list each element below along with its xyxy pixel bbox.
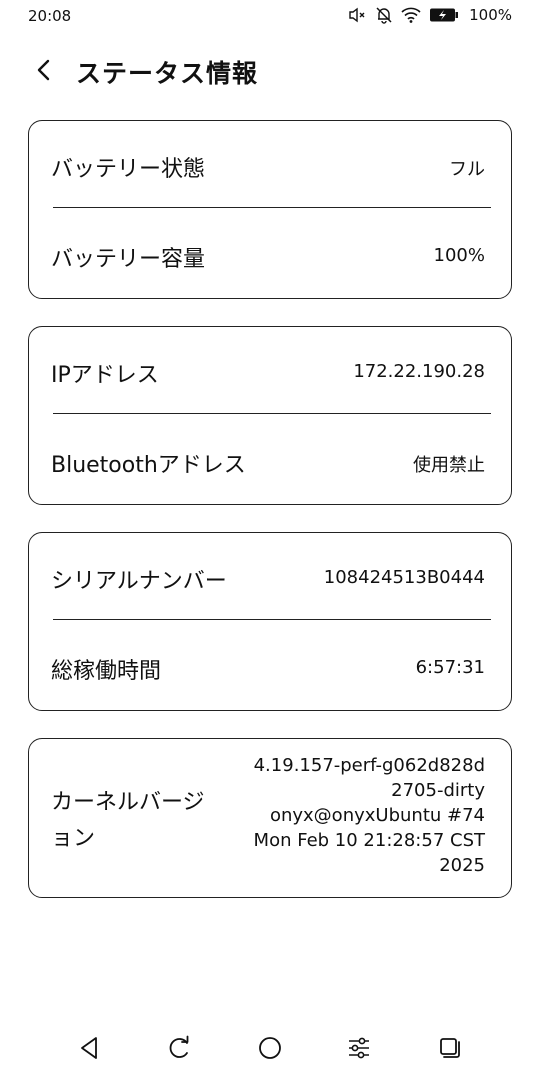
network-card: IPアドレス 172.22.190.28 Bluetoothアドレス 使用禁止 (28, 326, 512, 505)
battery-capacity-label: バッテリー容量 (51, 247, 206, 272)
uptime-label: 総稼働時間 (51, 659, 162, 684)
kernel-value-line: Mon Feb 10 21:28:57 CST (253, 830, 485, 851)
status-time: 20:08 (28, 7, 72, 25)
battery-card: バッテリー状態 フル バッテリー容量 100% (28, 120, 512, 299)
home-circle-icon (259, 1037, 281, 1059)
refresh-icon (169, 1035, 189, 1058)
page-title: ステータス情報 (76, 59, 259, 88)
chevron-left-icon (37, 59, 50, 81)
mute-icon (349, 7, 367, 23)
battery-capacity-row: バッテリー容量 100% (29, 208, 511, 298)
serial-number-row: シリアルナンバー 108424513B0444 (29, 533, 511, 619)
recent-apps-icon (440, 1038, 460, 1058)
kernel-value-line: 4.19.157-perf-g062d828d (253, 755, 485, 776)
serial-number-value: 108424513B0444 (323, 567, 485, 588)
battery-status-label: バッテリー状態 (51, 157, 206, 182)
sliders-icon (349, 1037, 369, 1059)
nav-back-button[interactable] (76, 1034, 104, 1062)
nav-recent-apps-button[interactable] (436, 1034, 464, 1062)
bluetooth-address-row: Bluetoothアドレス 使用禁止 (29, 414, 511, 504)
back-button[interactable] (30, 56, 58, 84)
kernel-value-line: onyx@onyxUbuntu #74 (269, 805, 485, 826)
battery-capacity-value: 100% (433, 245, 485, 266)
nav-refresh-button[interactable] (165, 1034, 193, 1062)
status-icons: 100% (349, 6, 512, 24)
wifi-icon (401, 7, 421, 23)
uptime-row: 総稼働時間 6:57:31 (29, 620, 511, 710)
ip-address-row: IPアドレス 172.22.190.28 (29, 327, 511, 413)
navigation-bar (0, 1024, 540, 1072)
ip-address-value: 172.22.190.28 (353, 361, 485, 382)
kernel-value-line: 2025 (439, 855, 485, 876)
nav-settings-button[interactable] (345, 1034, 373, 1062)
page-header: ステータス情報 (0, 48, 540, 96)
ip-address-label: IPアドレス (51, 363, 159, 388)
battery-status-row: バッテリー状態 フル (29, 121, 511, 207)
kernel-version-label: カーネルバージ ョン (51, 785, 236, 857)
battery-percentage: 100% (469, 6, 512, 24)
notifications-off-icon (375, 6, 393, 24)
nav-home-button[interactable] (256, 1034, 284, 1062)
kernel-value-line: 2705-dirty (391, 780, 485, 801)
bluetooth-address-label: Bluetoothアドレス (51, 453, 246, 478)
kernel-label-line: ョン (51, 826, 96, 851)
battery-status-value: フル (449, 159, 485, 180)
device-card: シリアルナンバー 108424513B0444 総稼働時間 6:57:31 (28, 532, 512, 711)
battery-charging-icon (429, 7, 459, 23)
status-bar: 20:08 100% (0, 0, 540, 34)
serial-number-label: シリアルナンバー (51, 569, 227, 594)
uptime-value: 6:57:31 (415, 657, 485, 678)
kernel-label-line: カーネルバージ (51, 790, 205, 815)
bluetooth-address-value: 使用禁止 (413, 455, 485, 476)
kernel-version-value: 4.19.157-perf-g062d828d 2705-dirty onyx@… (225, 753, 485, 878)
kernel-card: カーネルバージ ョン 4.19.157-perf-g062d828d 2705-… (28, 738, 512, 898)
back-triangle-icon (81, 1037, 97, 1059)
